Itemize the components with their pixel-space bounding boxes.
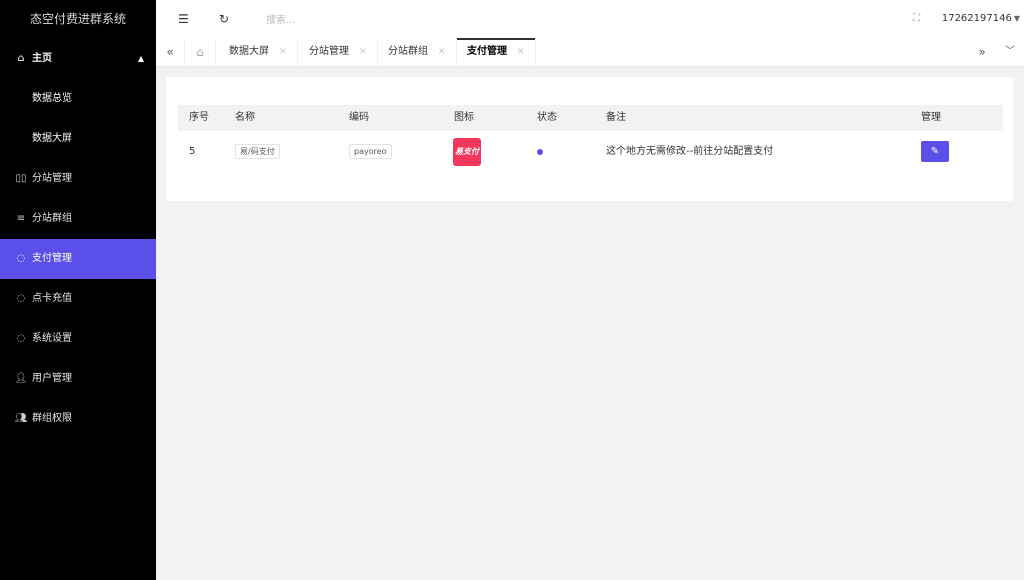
tab-data-screen[interactable]: 数据大屏 ✕ (219, 38, 298, 66)
close-icon[interactable]: ✕ (517, 47, 525, 57)
sidebar-item-data-overview[interactable]: 数据总览 (0, 79, 156, 119)
pencil-icon: ✎ (930, 146, 940, 157)
sidebar-item-label: 数据大屏 (32, 133, 72, 144)
tab-label: 分站管理 (309, 46, 349, 57)
sidebar-item-label: 数据总览 (32, 93, 72, 104)
tab-label: 分站群组 (388, 46, 428, 57)
edit-button[interactable]: ✎ (921, 141, 949, 162)
shield-icon: ◌ (16, 293, 26, 304)
tabs-scroll-left-icon[interactable]: « (156, 38, 184, 66)
home-icon: ⌂ (17, 53, 25, 64)
column-header-index: 序号 (189, 112, 209, 123)
column-header-remark: 备注 (606, 112, 626, 123)
sidebar-item-label: 分站群组 (32, 213, 72, 224)
top-header: ☰ ↻ ⛶ 17262197146▼ (156, 0, 1024, 39)
app-title: 态空付费进群系统 (29, 12, 126, 26)
tab-label: 数据大屏 (229, 46, 269, 57)
sidebar-item-label: 分站管理 (32, 173, 72, 184)
tab-payment-management[interactable]: 支付管理 ✕ (457, 38, 536, 66)
user-menu[interactable]: 17262197146 ▼ (942, 0, 1020, 38)
tab-bar: « ⌂ 数据大屏 ✕ 分站管理 ✕ 分站群组 ✕ 支付管理 ✕ » ﹀ (156, 38, 1024, 67)
tab-home-icon[interactable]: ⌂ (184, 38, 216, 66)
sidebar-item-system-settings[interactable]: ◌ 系统设置 (0, 319, 156, 359)
sidebar-item-label: 主页 (32, 53, 52, 64)
sliders-icon: ≡ (16, 213, 26, 224)
menu-toggle-icon[interactable]: ☰ (178, 0, 189, 38)
column-header-icon: 图标 (454, 112, 474, 123)
users-icon: 👥︎ (14, 413, 28, 424)
chevron-down-icon[interactable]: ﹀ (996, 38, 1024, 66)
sidebar-item-payment-management[interactable]: ◌ 支付管理 (0, 239, 156, 279)
close-icon[interactable]: ✕ (438, 47, 446, 57)
table-row: 5 易/码支付 payoreo 易支付 这个地方无需修改--前往分站配置支付 ✎ (178, 131, 1003, 173)
sidebar-item-data-screen[interactable]: 数据大屏 (0, 119, 156, 159)
column-header-manage: 管理 (921, 112, 941, 123)
sidebar-item-group-permissions[interactable]: 👥︎ 群组权限 (0, 399, 156, 439)
caret-down-icon: ▼ (1013, 14, 1020, 23)
payment-logo: 易支付 (453, 138, 481, 166)
sidebar-item-label: 支付管理 (32, 253, 72, 264)
tab-label: 支付管理 (467, 46, 507, 57)
sidebar-item-card-recharge[interactable]: ◌ 点卡充值 (0, 279, 156, 319)
table-header: 序号 名称 编码 图标 状态 备注 管理 (178, 105, 1003, 131)
tab-substation-groups[interactable]: 分站群组 ✕ (378, 38, 457, 66)
search-input[interactable] (264, 11, 428, 29)
cell-name: 易/码支付 (235, 143, 280, 159)
sidebar-item-home[interactable]: ⌂ 主页 ▲ (0, 39, 156, 79)
sidebar-item-label: 群组权限 (32, 413, 72, 424)
close-icon[interactable]: ✕ (279, 47, 287, 57)
refresh-icon[interactable]: ↻ (219, 0, 229, 38)
username: 17262197146 (941, 13, 1012, 24)
sidebar: 态空付费进群系统 ⌂ 主页 ▲ 数据总览 数据大屏 ▯▯ 分站管理 ≡ 分站群组 ◌ 支… (0, 0, 156, 580)
sidebar-item-substation-management[interactable]: ▯▯ 分站管理 (0, 159, 156, 199)
shield-icon: ◌ (16, 253, 26, 264)
status-indicator (537, 149, 543, 155)
payment-table-card: 序号 名称 编码 图标 状态 备注 管理 5 易/码支付 payoreo 易支付… (166, 77, 1013, 201)
cell-code: payoreo (349, 143, 392, 159)
cell-remark: 这个地方无需修改--前往分站配置支付 (606, 146, 774, 157)
sidebar-item-user-management[interactable]: 👤︎ 用户管理 (0, 359, 156, 399)
user-icon: 👤︎ (14, 373, 28, 384)
tabs-scroll-right-icon[interactable]: » (968, 38, 996, 66)
close-icon[interactable]: ✕ (359, 47, 367, 57)
column-header-name: 名称 (235, 112, 255, 123)
caret-up-icon: ▲ (137, 54, 144, 63)
sidebar-item-label: 用户管理 (32, 373, 72, 384)
fullscreen-icon[interactable]: ⛶ (913, 0, 920, 38)
sidebar-item-label: 系统设置 (32, 333, 72, 344)
column-header-code: 编码 (349, 112, 369, 123)
columns-icon: ▯▯ (15, 173, 27, 184)
tab-substation-management[interactable]: 分站管理 ✕ (299, 38, 378, 66)
sidebar-item-label: 点卡充值 (32, 293, 72, 304)
sidebar-item-substation-groups[interactable]: ≡ 分站群组 (0, 199, 156, 239)
cell-index: 5 (189, 146, 196, 157)
shield-icon: ◌ (16, 333, 26, 344)
column-header-status: 状态 (537, 112, 557, 123)
